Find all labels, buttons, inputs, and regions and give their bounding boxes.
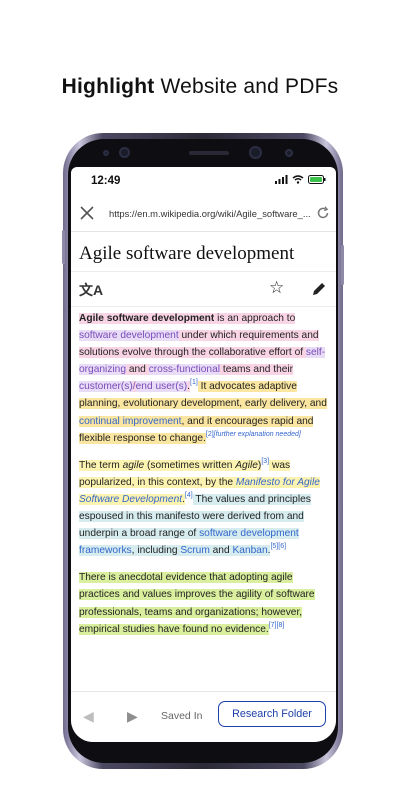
article-toolbar: 文A ☆ <box>71 271 336 307</box>
link-software-development[interactable]: software development <box>79 330 179 342</box>
headline: Highlight Website and PDFs <box>0 75 400 99</box>
forward-arrow-icon[interactable]: ▶ <box>127 708 138 725</box>
translate-icon[interactable]: 文A <box>79 280 103 300</box>
sensor-icon <box>103 150 109 156</box>
headline-bold: Highlight <box>61 75 155 98</box>
highlight-pink[interactable]: teams and their <box>220 364 294 376</box>
ref-7[interactable]: [7] <box>269 622 277 629</box>
highlight-pink[interactable]: is an approach to <box>214 313 296 324</box>
article-body: Agile software development is an approac… <box>79 310 329 648</box>
link-kanban[interactable]: Kanban <box>232 545 268 557</box>
ref-6[interactable]: [6] <box>278 543 286 550</box>
reload-icon[interactable] <box>316 206 330 220</box>
link-end-user[interactable]: end user(s) <box>135 381 188 393</box>
wifi-icon <box>292 175 304 184</box>
status-time: 12:49 <box>91 175 121 187</box>
star-icon[interactable]: ☆ <box>269 278 284 298</box>
highlight-yellow[interactable]: (sometimes written <box>144 459 236 471</box>
further-explanation-note[interactable]: [further explanation needed] <box>214 431 301 438</box>
link-continual-improvement[interactable]: continual improvement <box>79 415 182 427</box>
close-icon[interactable] <box>79 205 95 221</box>
paragraph-2: The term agile (sometimes written Agile)… <box>79 457 329 560</box>
page-title: Agile software development <box>79 243 295 264</box>
power-button <box>341 245 344 285</box>
speaker-grille <box>189 151 229 155</box>
front-camera-icon <box>249 146 262 159</box>
ref-3[interactable]: [3] <box>261 458 269 465</box>
highlight-pink[interactable]: and <box>126 364 149 376</box>
signal-icon <box>275 175 288 184</box>
ref-1[interactable]: [1] <box>190 379 198 386</box>
highlight-yellow[interactable]: agile <box>122 459 145 471</box>
status-icons <box>275 175 326 184</box>
highlight-yellow[interactable]: The term <box>79 459 123 471</box>
research-folder-button[interactable]: Research Folder <box>218 701 326 727</box>
highlight-pink[interactable]: Agile software development <box>79 313 215 324</box>
bottom-toolbar: ◀ ▶ Saved In Research Folder <box>71 691 336 742</box>
link-customer[interactable]: customer(s) <box>79 381 133 393</box>
edit-icon[interactable] <box>311 281 327 297</box>
ref-4[interactable]: [4] <box>185 492 193 499</box>
phone-screen: 12:49 https://en.m.wikipedia.org/wiki/Ag… <box>71 167 336 742</box>
link-cross-functional[interactable]: cross-functional <box>148 364 221 376</box>
saved-in-label: Saved In <box>161 710 203 722</box>
ref-8[interactable]: [8] <box>277 622 285 629</box>
camera-icon <box>119 147 130 158</box>
status-bar: 12:49 <box>71 167 336 195</box>
url-text[interactable]: https://en.m.wikipedia.org/wiki/Agile_so… <box>109 208 311 219</box>
url-bar[interactable]: https://en.m.wikipedia.org/wiki/Agile_so… <box>71 197 336 232</box>
link-scrum[interactable]: Scrum <box>180 545 210 557</box>
ref-2[interactable]: [2] <box>206 431 214 438</box>
highlight-blue[interactable]: , including <box>131 545 181 557</box>
volume-button <box>62 230 65 264</box>
paragraph-3: There is anecdotal evidence that adoptin… <box>79 569 329 637</box>
highlight-yellow[interactable]: Agile <box>235 459 258 471</box>
headline-rest: Website and PDFs <box>154 75 339 98</box>
back-arrow-icon[interactable]: ◀ <box>83 708 94 725</box>
paragraph-1: Agile software development is an approac… <box>79 310 329 447</box>
highlight-blue[interactable]: and <box>209 545 233 557</box>
proximity-sensor-icon <box>285 149 293 157</box>
battery-icon <box>308 175 326 184</box>
